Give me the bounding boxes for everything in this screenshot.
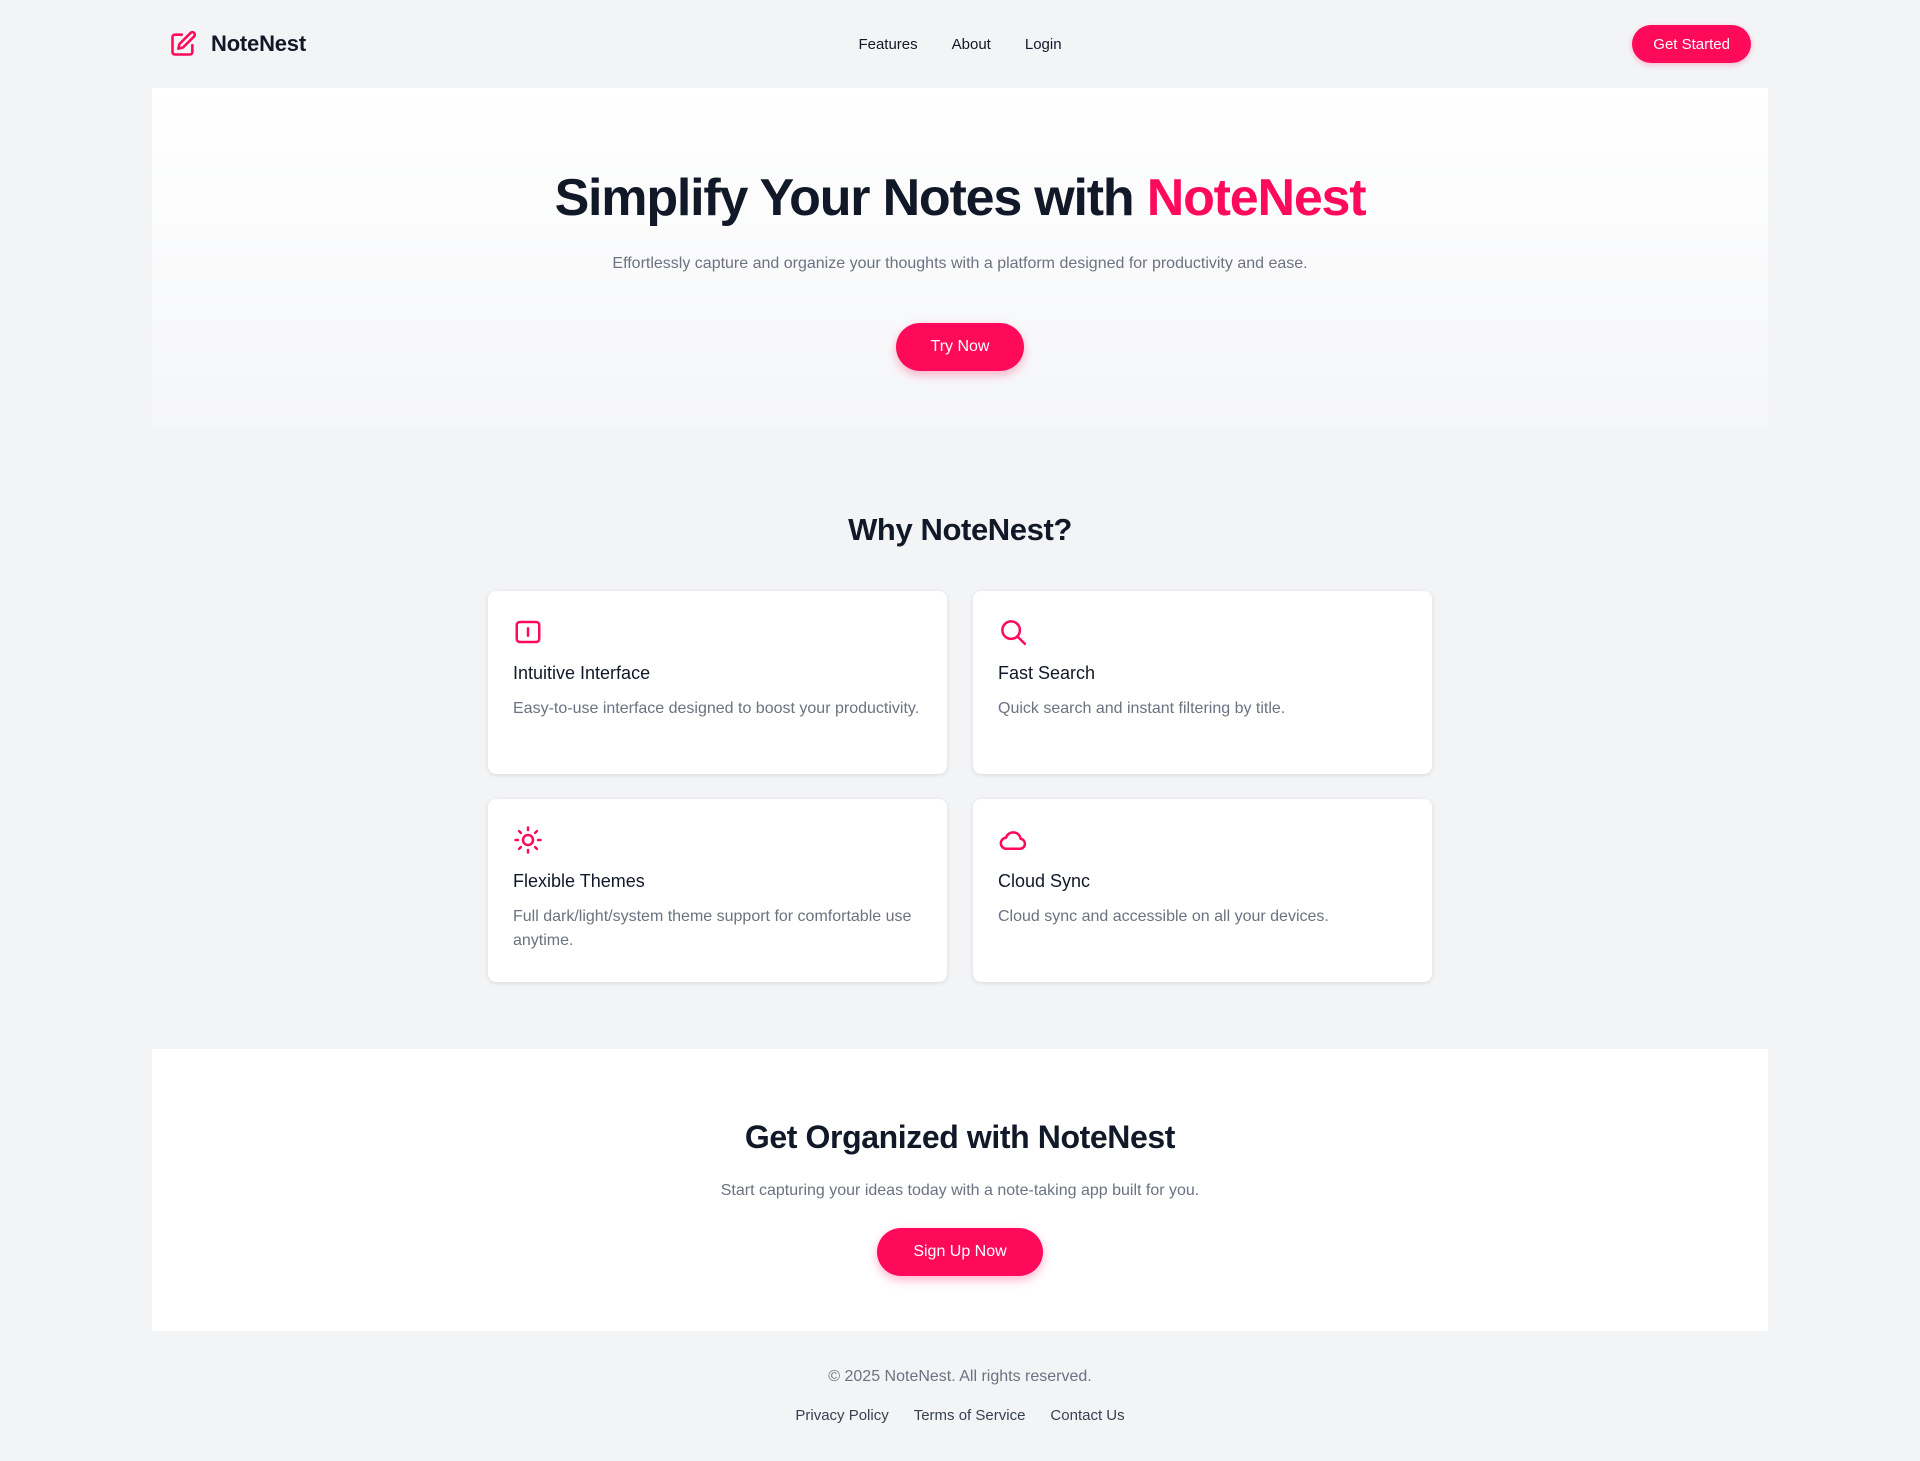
- footer-link-terms-of-service[interactable]: Terms of Service: [914, 1407, 1026, 1424]
- feature-card-description: Easy-to-use interface designed to boost …: [513, 700, 920, 717]
- search-icon: [998, 617, 1028, 647]
- feature-card-title: Cloud Sync: [998, 871, 1091, 891]
- sun-icon: [513, 825, 543, 855]
- try-now-button[interactable]: Try Now: [896, 323, 1024, 371]
- nav-link-login[interactable]: Login: [1025, 36, 1062, 53]
- feature-card-fast-search: Fast Search Quick search and instant fil…: [973, 591, 1432, 774]
- feature-card-intuitive-interface: Intuitive Interface Easy-to-use interfac…: [488, 591, 947, 774]
- sign-up-now-button[interactable]: Sign Up Now: [877, 1228, 1043, 1276]
- cta-subtitle: Start capturing your ideas today with a …: [720, 1182, 1200, 1199]
- features-title: Why NoteNest?: [848, 512, 1072, 547]
- footer-link-privacy-policy[interactable]: Privacy Policy: [795, 1407, 888, 1424]
- feature-card-flexible-themes: Flexible Themes Full dark/light/system t…: [488, 799, 947, 982]
- nav-link-features[interactable]: Features: [858, 36, 917, 53]
- feature-card-cloud-sync: Cloud Sync Cloud sync and accessible on …: [973, 799, 1432, 982]
- cta-title: Get Organized with NoteNest: [744, 1119, 1176, 1155]
- feature-card-description: Quick search and instant filtering by ti…: [998, 700, 1286, 717]
- interface-icon: [513, 617, 543, 647]
- hero-section: Simplify Your Notes with NoteNest Effort…: [152, 88, 1768, 426]
- cta-section: Get Organized with NoteNest Start captur…: [152, 1049, 1768, 1331]
- footer-link-contact-us[interactable]: Contact Us: [1050, 1407, 1124, 1424]
- hero-title-prefix: Simplify Your Notes with: [554, 169, 1147, 227]
- footer-copyright: © 2025 NoteNest. All rights reserved.: [828, 1368, 1092, 1385]
- feature-card-title: Flexible Themes: [513, 871, 645, 891]
- feature-card-title: Intuitive Interface: [513, 663, 651, 683]
- hero-title: Simplify Your Notes with NoteNest: [152, 168, 1768, 228]
- cloud-icon: [998, 825, 1028, 855]
- hero-subtitle: Effortlessly capture and organize your t…: [612, 255, 1308, 272]
- feature-card-description: Cloud sync and accessible on all your de…: [998, 908, 1329, 925]
- feature-card-title: Fast Search: [998, 663, 1096, 683]
- hero-title-accent: NoteNest: [1146, 169, 1367, 227]
- feature-card-description: Full dark/light/system theme support for…: [513, 908, 912, 949]
- nav-link-about[interactable]: About: [952, 36, 991, 53]
- brand-name: NoteNest: [211, 31, 306, 56]
- site-header: NoteNest Features About Login Get Starte…: [152, 0, 1768, 88]
- get-started-button[interactable]: Get Started: [1632, 25, 1751, 63]
- main-nav: Features About Login: [858, 36, 1061, 53]
- landing-page: NoteNest Features About Login Get Starte…: [0, 0, 1920, 1461]
- brand[interactable]: NoteNest: [169, 30, 306, 58]
- footer-links: Privacy Policy Terms of Service Contact …: [0, 1407, 1920, 1424]
- pencil-square-icon: [169, 30, 197, 58]
